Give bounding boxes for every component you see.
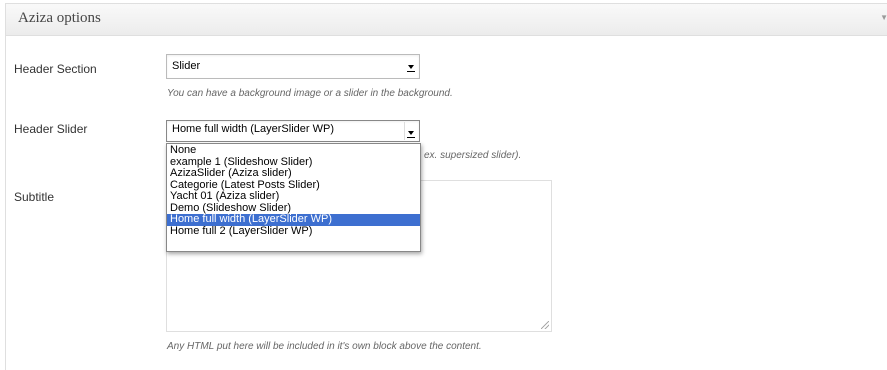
subtitle-label: Subtitle	[14, 190, 55, 204]
header-slider-value: Home full width (LayerSlider WP)	[172, 123, 334, 135]
header-slider-dropdown: None example 1 (Slideshow Slider) AzizaS…	[166, 143, 421, 252]
dropdown-option-home-full-width[interactable]: Home full width (LayerSlider WP)	[167, 213, 420, 226]
dropdown-option-yacht-01[interactable]: Yacht 01 (Aziza slider)	[167, 190, 420, 203]
header-section-value: Slider	[172, 60, 201, 72]
dropdown-option-none[interactable]: None	[167, 144, 420, 157]
chevron-down-icon	[404, 122, 417, 140]
header-slider-select[interactable]: Home full width (LayerSlider WP)	[166, 120, 420, 142]
subtitle-hint: Any HTML put here will be included in it…	[167, 341, 482, 352]
resize-grip-icon[interactable]	[541, 321, 549, 329]
header-slider-label: Header Slider	[14, 122, 88, 136]
dropdown-option-azizaslider[interactable]: AzizaSlider (Aziza slider)	[167, 167, 420, 180]
dropdown-option-home-full-2[interactable]: Home full 2 (LayerSlider WP)	[167, 225, 420, 238]
header-section-hint: You can have a background image or a sli…	[167, 88, 453, 99]
header-section-label: Header Section	[14, 62, 97, 76]
collapse-toggle-icon[interactable]: ▼	[880, 13, 887, 22]
header-slider-hint: ex. supersized slider).	[424, 150, 522, 161]
chevron-down-icon	[405, 56, 417, 77]
panel-header[interactable]: Aziza options ▼	[6, 4, 887, 36]
header-section-select[interactable]: Slider	[166, 54, 420, 79]
panel-title: Aziza options	[18, 10, 101, 26]
